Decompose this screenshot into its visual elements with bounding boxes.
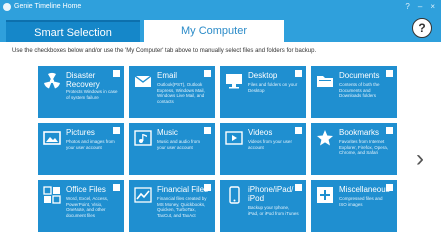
tile-description: Backup your Iphone, iPad, or iPod from i… (248, 205, 299, 216)
tile-email[interactable]: Email Outlook(PST), Outlook Express, Win… (129, 66, 215, 118)
envelope-icon (134, 75, 152, 87)
checkbox[interactable] (204, 127, 211, 134)
tile-title: Music (157, 128, 178, 137)
tile-videos[interactable]: Videos Videos from your user account (220, 123, 306, 175)
checkbox[interactable] (204, 70, 211, 77)
checkbox[interactable] (113, 127, 120, 134)
next-page-arrow[interactable]: › (416, 145, 424, 173)
chart-icon (134, 187, 152, 203)
checkbox[interactable] (113, 70, 120, 77)
minimize-button[interactable]: – (418, 0, 422, 14)
plus-icon (317, 187, 333, 203)
tile-title: Disaster Recovery (66, 71, 100, 89)
tile-music[interactable]: Music Music and audio from your user acc… (129, 123, 215, 175)
music-icon (134, 130, 152, 146)
tile-title: Office Files (66, 185, 106, 194)
radiation-icon (44, 72, 60, 89)
tile-title: Miscellaneous (339, 185, 390, 194)
tab-my-computer[interactable]: My Computer (144, 20, 284, 42)
tile-disaster-recovery[interactable]: Disaster Recovery Protects Windows in cas… (38, 66, 124, 118)
checkbox[interactable] (386, 70, 393, 77)
tile-documents[interactable]: Documents Contents of both the Documents… (311, 66, 397, 118)
tile-pictures[interactable]: Pictures Photos and images from your use… (38, 123, 124, 175)
tile-title: iPhone/iPad/iPod (248, 185, 294, 203)
tile-miscellaneous[interactable]: Miscellaneous Compressed files and ISO i… (311, 180, 397, 232)
tile-title: Documents (339, 71, 380, 80)
window-title: Genie Timeline Home (14, 3, 82, 10)
tile-description: Financial files created by MS Money, Qui… (157, 196, 207, 218)
app-icon (3, 3, 11, 11)
folder-icon (317, 76, 333, 87)
tile-description: Photos and images from your user account (66, 139, 115, 150)
checkbox[interactable] (295, 127, 302, 134)
tile-financial-files[interactable]: Financial Files Financial files created … (129, 180, 215, 232)
help-window-button[interactable]: ? (405, 0, 409, 14)
video-icon (225, 131, 243, 145)
window-controls: ? – × (405, 0, 435, 14)
smart-selection-grid: Disaster Recovery Protects Windows in cas… (38, 66, 398, 236)
close-button[interactable]: × (430, 0, 435, 14)
office-icon (43, 186, 61, 204)
tile-description: Word, Excel, Access, PowerPoint, Visio, … (66, 196, 109, 218)
tile-title: Pictures (66, 128, 95, 137)
star-icon (317, 130, 333, 146)
tile-title: Videos (248, 128, 273, 137)
checkbox[interactable] (295, 184, 302, 191)
tile-bookmarks[interactable]: Bookmarks Favorites from Internet Explor… (311, 123, 397, 175)
tab-bar: Smart Selection My Computer ? (0, 14, 441, 42)
picture-icon (43, 131, 61, 145)
tile-office-files[interactable]: Office Files Word, Excel, Access, PowerP… (38, 180, 124, 232)
checkbox[interactable] (113, 184, 120, 191)
tile-description: Files and folders on your Desktop (248, 82, 298, 93)
tile-title: Email (157, 71, 178, 80)
phone-icon (229, 186, 240, 204)
tile-desktop[interactable]: Desktop Files and folders on your Deskto… (220, 66, 306, 118)
help-button[interactable]: ? (412, 18, 432, 38)
tile-description: Compressed files and ISO images (339, 196, 383, 207)
instructions-text: Use the checkboxes below and/or use the … (12, 48, 317, 54)
tile-iphone-ipad-ipod[interactable]: iPhone/iPad/iPod Backup your Iphone, iPa… (220, 180, 306, 232)
tile-title: Desktop (248, 71, 278, 80)
tile-description: Protects Windows in case of system failu… (66, 89, 118, 100)
tile-description: Outlook(PST), Outlook Express, Windows M… (157, 82, 205, 104)
title-bar: Genie Timeline Home ? – × (0, 0, 441, 14)
checkbox[interactable] (295, 70, 302, 77)
checkbox[interactable] (386, 127, 393, 134)
tile-title: Bookmarks (339, 128, 380, 137)
tile-title: Financial Files (157, 185, 209, 194)
tile-description: Favorites from Internet Explorer, Firefo… (339, 139, 389, 155)
tile-description: Music and audio from your user account (157, 139, 201, 150)
tile-description: Videos from your user account (248, 139, 292, 150)
monitor-icon (226, 74, 242, 89)
tab-smart-selection[interactable]: Smart Selection (6, 20, 140, 42)
tile-description: Contents of both the Documents and Downl… (339, 82, 380, 98)
